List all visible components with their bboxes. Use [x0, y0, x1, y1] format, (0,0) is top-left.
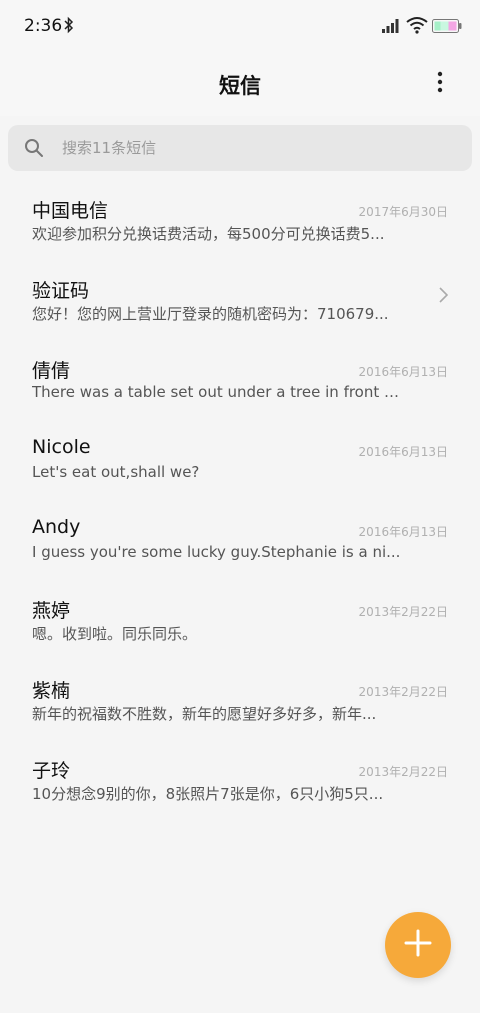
message-date: 2016年6月13日: [358, 365, 448, 379]
conversation-item[interactable]: Nicole 2016年6月13日 Let's eat out,shall we…: [0, 416, 480, 496]
bluetooth-icon: [64, 16, 74, 38]
conversation-item[interactable]: 倩倩 2016年6月13日 There was a table set out …: [0, 336, 480, 416]
conversation-item[interactable]: 验证码 您好！您的网上营业厅登录的随机密码为：710679...: [0, 256, 480, 336]
message-date: 2013年2月22日: [358, 765, 448, 779]
chevron-right-icon: [439, 287, 449, 307]
status-time: 2:36: [24, 16, 63, 36]
contact-name: 紫楠: [32, 680, 71, 702]
message-preview: 欢迎参加积分兑换话费活动，每500分可兑换话费5...: [32, 225, 385, 243]
message-preview: 嗯。收到啦。同乐同乐。: [32, 625, 198, 643]
app-bar: 短信: [0, 52, 480, 116]
signal-icon: [382, 17, 402, 37]
message-date: 2013年2月22日: [358, 685, 448, 699]
message-date: 2017年6月30日: [358, 205, 448, 219]
contact-name: 倩倩: [32, 360, 71, 382]
search-bar[interactable]: [8, 125, 472, 171]
message-date: 2016年6月13日: [358, 525, 448, 539]
conversation-item[interactable]: Andy 2016年6月13日 I guess you're some luck…: [0, 496, 480, 576]
contact-name: Nicole: [32, 436, 91, 458]
search-icon: [24, 138, 44, 162]
message-preview: I guess you're some lucky guy.Stephanie …: [32, 543, 401, 561]
battery-icon: [432, 18, 462, 37]
conversation-item[interactable]: 中国电信 2017年6月30日 欢迎参加积分兑换话费活动，每500分可兑换话费5…: [0, 176, 480, 256]
contact-name: Andy: [32, 516, 81, 538]
conversation-list: 中国电信 2017年6月30日 欢迎参加积分兑换话费活动，每500分可兑换话费5…: [0, 176, 480, 816]
message-preview: 您好！您的网上营业厅登录的随机密码为：710679...: [32, 305, 389, 323]
contact-name: 中国电信: [32, 200, 109, 222]
conversation-item[interactable]: 燕婷 2013年2月22日 嗯。收到啦。同乐同乐。: [0, 576, 480, 656]
page-title: 短信: [219, 74, 261, 98]
message-date: 2016年6月13日: [358, 445, 448, 459]
message-preview: 新年的祝福数不胜数，新年的愿望好多好多，新年...: [32, 705, 377, 723]
contact-name: 验证码: [32, 280, 90, 302]
message-preview: Let's eat out,shall we?: [32, 463, 200, 481]
plus-icon: [404, 929, 432, 961]
conversation-item[interactable]: 子玲 2013年2月22日 10分想念9别的你，8张照片7张是你，6只小狗5只.…: [0, 736, 480, 816]
new-message-button[interactable]: [385, 912, 451, 978]
search-input[interactable]: [62, 137, 442, 159]
more-options-button[interactable]: [424, 64, 456, 104]
contact-name: 子玲: [32, 760, 71, 782]
message-preview: There was a table set out under a tree i…: [32, 383, 402, 401]
contact-name: 燕婷: [32, 600, 71, 622]
conversation-item[interactable]: 紫楠 2013年2月22日 新年的祝福数不胜数，新年的愿望好多好多，新年...: [0, 656, 480, 736]
status-bar: 2:36: [0, 0, 480, 52]
wifi-icon: [406, 16, 428, 38]
message-date: 2013年2月22日: [358, 605, 448, 619]
more-vertical-icon: [437, 71, 443, 97]
message-preview: 10分想念9别的你，8张照片7张是你，6只小狗5只...: [32, 785, 384, 803]
